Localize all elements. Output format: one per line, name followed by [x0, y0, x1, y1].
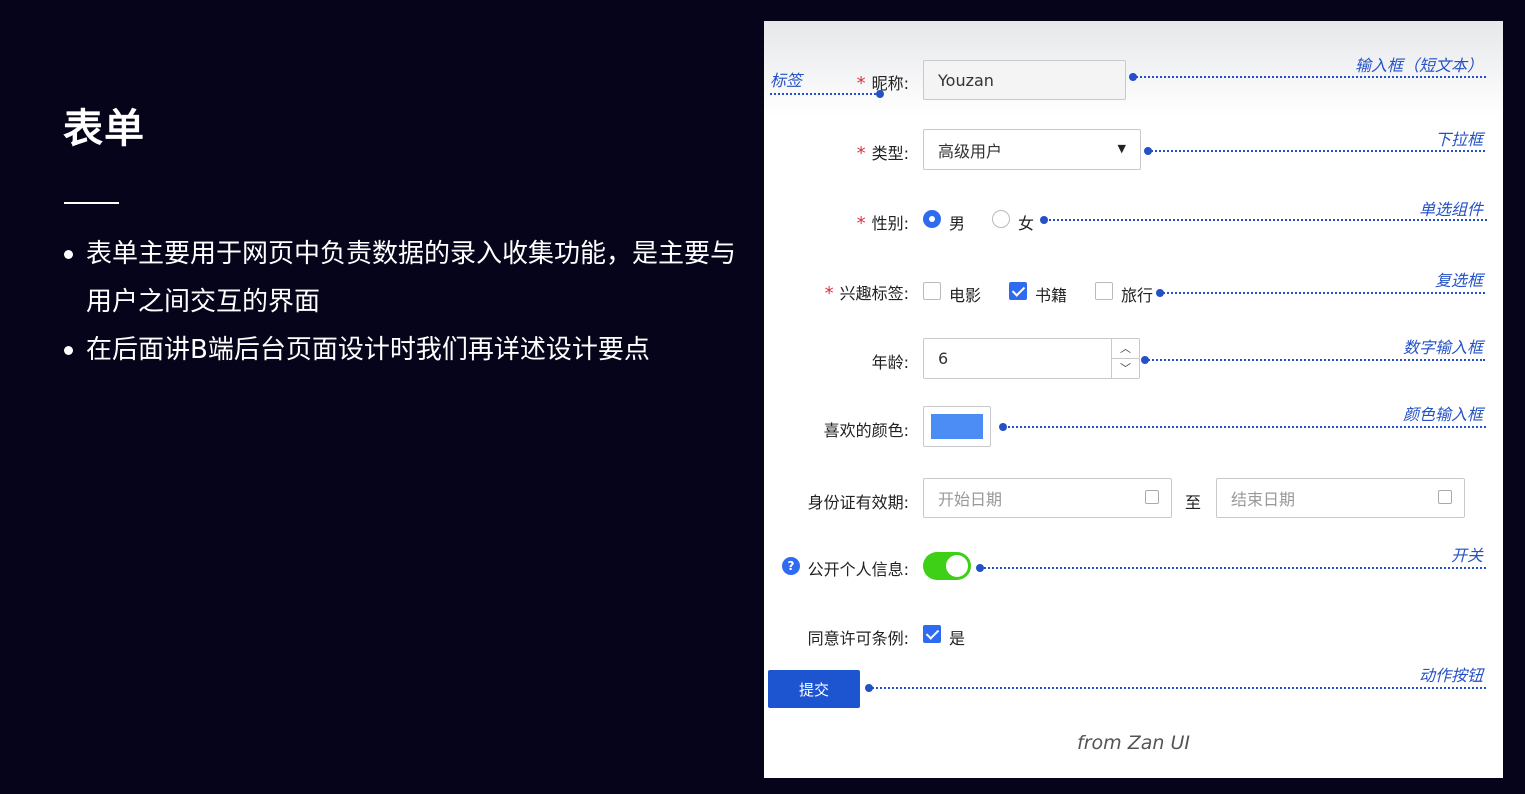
color-leader: [999, 423, 1486, 431]
age-value: 6: [938, 349, 949, 368]
required-mark: *: [824, 283, 834, 304]
interests-leader: [1156, 289, 1485, 297]
nickname-input[interactable]: Youzan: [923, 60, 1126, 100]
calendar-icon: [1145, 490, 1159, 504]
required-mark: *: [856, 143, 866, 164]
source-credit: from Zan UI: [1077, 732, 1190, 754]
color-input[interactable]: [923, 406, 991, 447]
interests-annotation: 复选框: [1434, 271, 1483, 290]
type-selected-value: 高级用户: [938, 141, 1003, 161]
bullet-text: 在后面讲B端后台页面设计时我们再详述设计要点: [86, 335, 650, 365]
bullet-item: 在后面讲B端后台页面设计时我们再详述设计要点: [62, 326, 752, 374]
id-validity-label: 身份证有效期:: [807, 493, 909, 512]
form-screenshot-panel: 标签 * 昵称: Youzan 输入框（短文本） * 类型: 高级用户 ▼ 下拉框 *…: [764, 21, 1503, 778]
switch-annotation: 开关: [1450, 546, 1483, 565]
agree-checkbox[interactable]: [923, 625, 941, 643]
agree-option: 是: [949, 629, 966, 648]
nickname-label-text: 昵称:: [871, 74, 909, 93]
required-mark: *: [856, 213, 866, 234]
submit-leader: [865, 684, 1486, 692]
bullet-dot-icon: [64, 250, 73, 259]
nickname-annotation: 输入框（短文本）: [1354, 56, 1483, 75]
gender-option-male: 男: [949, 214, 966, 233]
interest-checkbox-movie[interactable]: [923, 282, 941, 300]
date-range-separator: 至: [1185, 493, 1202, 512]
bullet-item: 表单主要用于网页中负责数据的录入收集功能，是主要与用户之间交互的界面: [62, 230, 752, 326]
type-annotation: 下拉框: [1434, 130, 1483, 149]
bullet-dot-icon: [64, 346, 73, 355]
interest-option-books: 书籍: [1035, 286, 1068, 305]
interest-checkbox-travel[interactable]: [1095, 282, 1113, 300]
submit-button[interactable]: 提交: [768, 670, 860, 708]
gender-radio-female[interactable]: [992, 210, 1010, 228]
stepper-up-icon[interactable]: ︿: [1112, 339, 1139, 359]
gender-radio-male[interactable]: [923, 210, 941, 228]
gender-label-text: 性别:: [871, 214, 909, 233]
slide-title: 表单: [63, 106, 145, 152]
end-date-input[interactable]: 结束日期: [1216, 478, 1465, 518]
type-label-text: 类型:: [871, 144, 909, 163]
gender-annotation: 单选组件: [1418, 200, 1483, 219]
public-info-switch[interactable]: [923, 552, 971, 580]
age-leader: [1141, 356, 1485, 364]
gender-option-female: 女: [1018, 214, 1035, 233]
age-number-input[interactable]: 6 ︿ ﹀: [923, 338, 1140, 379]
start-date-input[interactable]: 开始日期: [923, 478, 1172, 518]
color-label: 喜欢的颜色:: [823, 421, 909, 440]
bullet-text: 表单主要用于网页中负责数据的录入收集功能，是主要与用户之间交互的界面: [86, 239, 737, 317]
age-annotation: 数字输入框: [1402, 338, 1483, 357]
required-mark: *: [856, 73, 866, 94]
interest-option-movie: 电影: [949, 286, 982, 305]
caret-down-icon: ▼: [1117, 142, 1126, 155]
agree-label: 同意许可条例:: [807, 629, 909, 648]
stepper-down-icon[interactable]: ﹀: [1112, 359, 1139, 378]
color-annotation: 颜色输入框: [1402, 405, 1483, 424]
title-underline: [64, 202, 119, 204]
age-label: 年龄:: [871, 353, 909, 372]
label-annotation: 标签: [770, 71, 803, 90]
age-stepper: ︿ ﹀: [1111, 339, 1139, 378]
help-icon[interactable]: ?: [782, 557, 800, 575]
switch-leader: [976, 564, 1486, 572]
interest-checkbox-books[interactable]: [1009, 282, 1027, 300]
public-info-label: 公开个人信息:: [807, 560, 909, 579]
calendar-icon: [1438, 490, 1452, 504]
start-date-placeholder: 开始日期: [938, 490, 1003, 509]
type-label: * 类型:: [857, 140, 909, 164]
bullet-list: 表单主要用于网页中负责数据的录入收集功能，是主要与用户之间交互的界面 在后面讲B…: [62, 230, 752, 374]
interests-label: * 兴趣标签:: [825, 280, 909, 304]
end-date-placeholder: 结束日期: [1231, 490, 1296, 509]
nickname-label: * 昵称:: [857, 70, 909, 94]
gender-label: * 性别:: [857, 210, 909, 234]
interest-option-travel: 旅行: [1121, 286, 1154, 305]
submit-annotation: 动作按钮: [1418, 666, 1483, 685]
nickname-value: Youzan: [938, 70, 994, 90]
nickname-leader: [1129, 73, 1486, 81]
interests-label-text: 兴趣标签:: [839, 284, 909, 303]
type-leader: [1144, 147, 1485, 155]
color-swatch: [931, 414, 983, 439]
type-select[interactable]: 高级用户 ▼: [923, 129, 1141, 170]
